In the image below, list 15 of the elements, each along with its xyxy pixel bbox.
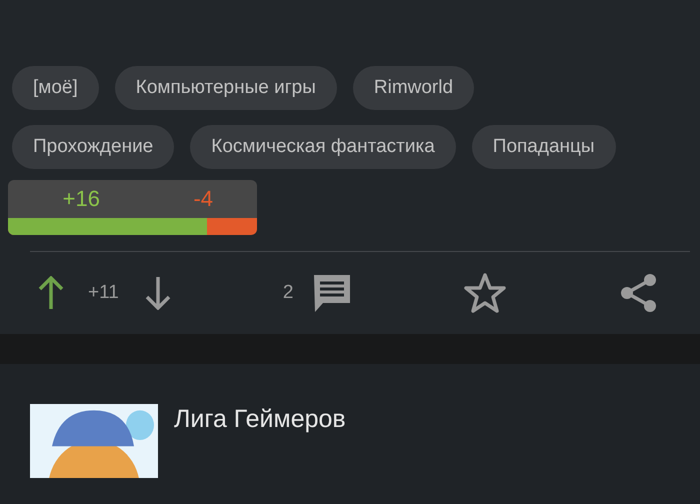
minus-count: -4 — [192, 186, 213, 212]
community-avatar[interactable] — [30, 404, 158, 478]
downvote-arrow-icon[interactable] — [144, 276, 171, 310]
tag-chip[interactable]: [моё] — [12, 66, 99, 110]
tag-chip[interactable]: Космическая фантастика — [190, 125, 456, 169]
tag-chip[interactable]: Попаданцы — [472, 125, 616, 169]
community-name[interactable]: Лига Геймеров — [174, 405, 346, 434]
comment-count: 2 — [282, 282, 294, 304]
tag-chip[interactable]: Прохождение — [12, 125, 174, 169]
tag-chip[interactable]: Rimworld — [352, 66, 474, 110]
star-icon[interactable] — [463, 272, 508, 314]
tag-chip[interactable]: Компьютерные игры — [114, 66, 337, 110]
vote-score: +11 — [88, 282, 119, 304]
upvote-arrow-icon[interactable] — [38, 276, 64, 310]
plus-count: +16 — [62, 186, 100, 212]
